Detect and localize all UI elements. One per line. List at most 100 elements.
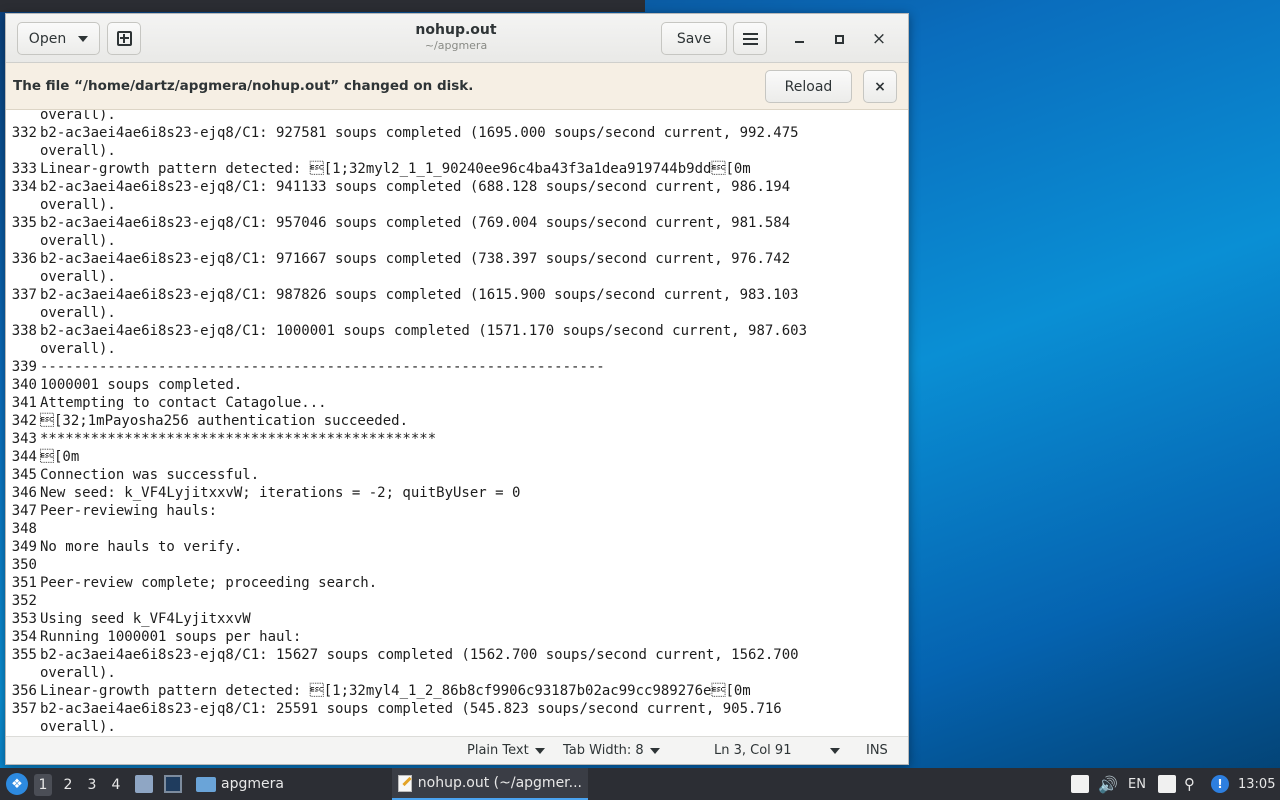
task-label: apgmera — [221, 776, 284, 792]
editor-line: overall). — [6, 664, 908, 682]
line-text: b2-ac3aei4ae6i8s23-ejq8/C1: 1000001 soup… — [40, 323, 808, 339]
line-number: 348 — [11, 521, 37, 537]
cursor-position-dropdown[interactable] — [824, 748, 840, 754]
folder-icon — [196, 776, 216, 792]
keyboard-layout-indicator[interactable]: EN — [1128, 768, 1146, 800]
line-text: overall). — [40, 197, 116, 213]
text-editor-area[interactable]: overall). 332 b2-ac3aei4ae6i8s23-ejq8/C1: … — [6, 110, 908, 736]
editor-line: 346 New seed: k_VF4LyjitxxvW; iterations … — [6, 484, 908, 502]
editor-line: 338 b2-ac3aei4ae6i8s23-ejq8/C1: 1000001 s… — [6, 322, 908, 340]
infobar-message: The file “/home/dartz/apgmera/nohup.out”… — [13, 78, 474, 94]
line-text: overall). — [40, 665, 116, 681]
chevron-down-icon — [78, 35, 89, 42]
task-apgmera[interactable]: apgmera — [190, 768, 380, 800]
line-number: 344 — [11, 449, 37, 465]
line-text: overall). — [40, 143, 116, 159]
line-number: 350 — [11, 557, 37, 573]
editor-line: 344 [0m — [6, 448, 908, 466]
language-label: Plain Text — [467, 743, 529, 758]
line-text: 1000001 soups completed. — [40, 377, 243, 393]
line-text: New seed: k_VF4LyjitxxvW; iterations = -… — [40, 485, 521, 501]
line-text: [32;1mPayosha256 authentication succeed… — [40, 413, 409, 429]
line-number: 353 — [11, 611, 37, 627]
line-text: overall). — [40, 719, 116, 735]
line-number: 347 — [11, 503, 37, 519]
header-bar: Open nohup.out ~/apgmera Save × — [6, 14, 908, 63]
notes-tray-icon[interactable] — [1071, 775, 1089, 793]
hamburger-icon-bar — [742, 42, 758, 45]
maximize-button[interactable] — [826, 26, 852, 52]
line-text: Peer-reviewing hauls: — [40, 503, 218, 519]
chevron-down-icon — [649, 747, 660, 754]
maximize-icon — [834, 34, 844, 44]
editor-line: 356 Linear-growth pattern detected: [1;3… — [6, 682, 908, 700]
reload-button[interactable]: Reload — [765, 70, 852, 103]
line-text: b2-ac3aei4ae6i8s23-ejq8/C1: 957046 soups… — [40, 215, 791, 231]
editor-line: overall). — [6, 268, 908, 286]
hamburger-menu-button[interactable] — [733, 22, 767, 55]
editor-line: overall). — [6, 340, 908, 358]
insert-mode-indicator[interactable]: INS — [866, 743, 888, 758]
minimize-icon — [794, 41, 804, 43]
editor-window: Open nohup.out ~/apgmera Save × The file… — [5, 13, 909, 765]
line-text: ----------------------------------------… — [40, 359, 605, 375]
minimize-button[interactable] — [786, 26, 812, 52]
line-text: overall). — [40, 233, 116, 249]
workspace-3[interactable]: 3 — [83, 774, 101, 796]
editor-line: 342 [32;1mPayosha256 authentication succ… — [6, 412, 908, 430]
line-text: Using seed k_VF4LyjitxxvW — [40, 611, 251, 627]
clipboard-icon[interactable] — [1158, 775, 1176, 793]
task-nohup-out[interactable]: nohup.out (~/apgmer... — [392, 768, 588, 800]
line-number: 332 — [11, 125, 37, 141]
editor-line: overall). — [6, 232, 908, 250]
status-bar: Plain Text Tab Width: 8 Ln 3, Col 91 INS — [6, 736, 908, 764]
line-number: 343 — [11, 431, 37, 447]
line-number: 354 — [11, 629, 37, 645]
infobar-close-button[interactable]: × — [863, 70, 897, 103]
workspace-2[interactable]: 2 — [59, 774, 77, 796]
line-number: 351 — [11, 575, 37, 591]
tab-width-selector[interactable]: Tab Width: 8 — [563, 743, 660, 758]
terminal-launcher-icon[interactable] — [164, 775, 182, 793]
line-text: b2-ac3aei4ae6i8s23-ejq8/C1: 987826 soups… — [40, 287, 799, 303]
taskbar: ❖ 1 2 3 4 apgmera nohup.out (~/apgmer...… — [0, 768, 1280, 800]
line-number: 339 — [11, 359, 37, 375]
editor-line: 353 Using seed k_VF4LyjitxxvW — [6, 610, 908, 628]
line-number: 337 — [11, 287, 37, 303]
line-text: Attempting to contact Catagolue... — [40, 395, 327, 411]
updates-alert-icon[interactable]: ! — [1211, 775, 1229, 793]
clock[interactable]: 13:05 — [1238, 768, 1275, 800]
workspace-1[interactable]: 1 — [34, 774, 52, 796]
line-text: Connection was successful. — [40, 467, 260, 483]
editor-line: 333 Linear-growth pattern detected: [1;3… — [6, 160, 908, 178]
open-button[interactable]: Open — [17, 22, 100, 55]
line-text: b2-ac3aei4ae6i8s23-ejq8/C1: 15627 soups … — [40, 647, 799, 663]
line-number: 357 — [11, 701, 37, 717]
workspace-4[interactable]: 4 — [107, 774, 125, 796]
save-button[interactable]: Save — [661, 22, 727, 55]
line-number: 345 — [11, 467, 37, 483]
editor-line: 340 1000001 soups completed. — [6, 376, 908, 394]
language-selector[interactable]: Plain Text — [467, 743, 545, 758]
cursor-position[interactable]: Ln 3, Col 91 — [714, 743, 791, 758]
new-tab-button[interactable] — [107, 22, 141, 55]
line-text: Peer-review complete; proceeding search. — [40, 575, 378, 591]
task-label: nohup.out (~/apgmer... — [417, 775, 582, 791]
editor-line: 343 *************************************… — [6, 430, 908, 448]
close-window-button[interactable]: × — [866, 26, 892, 52]
start-menu-icon[interactable]: ❖ — [6, 773, 28, 795]
volume-icon[interactable]: 🔊 — [1098, 768, 1118, 800]
editor-line: overall). — [6, 718, 908, 736]
line-text: b2-ac3aei4ae6i8s23-ejq8/C1: 941133 soups… — [40, 179, 791, 195]
network-icon[interactable]: ⚲ — [1184, 768, 1195, 800]
line-number: 336 — [11, 251, 37, 267]
line-number: 346 — [11, 485, 37, 501]
line-text: overall). — [40, 110, 116, 123]
desktop-top-strip — [0, 0, 645, 12]
line-number: 335 — [11, 215, 37, 231]
line-text: Linear-growth pattern detected: [1;32my… — [40, 683, 751, 699]
file-manager-launcher-icon[interactable] — [135, 775, 153, 793]
editor-line: 334 b2-ac3aei4ae6i8s23-ejq8/C1: 941133 so… — [6, 178, 908, 196]
window-title: nohup.out — [415, 22, 497, 38]
line-text: overall). — [40, 269, 116, 285]
